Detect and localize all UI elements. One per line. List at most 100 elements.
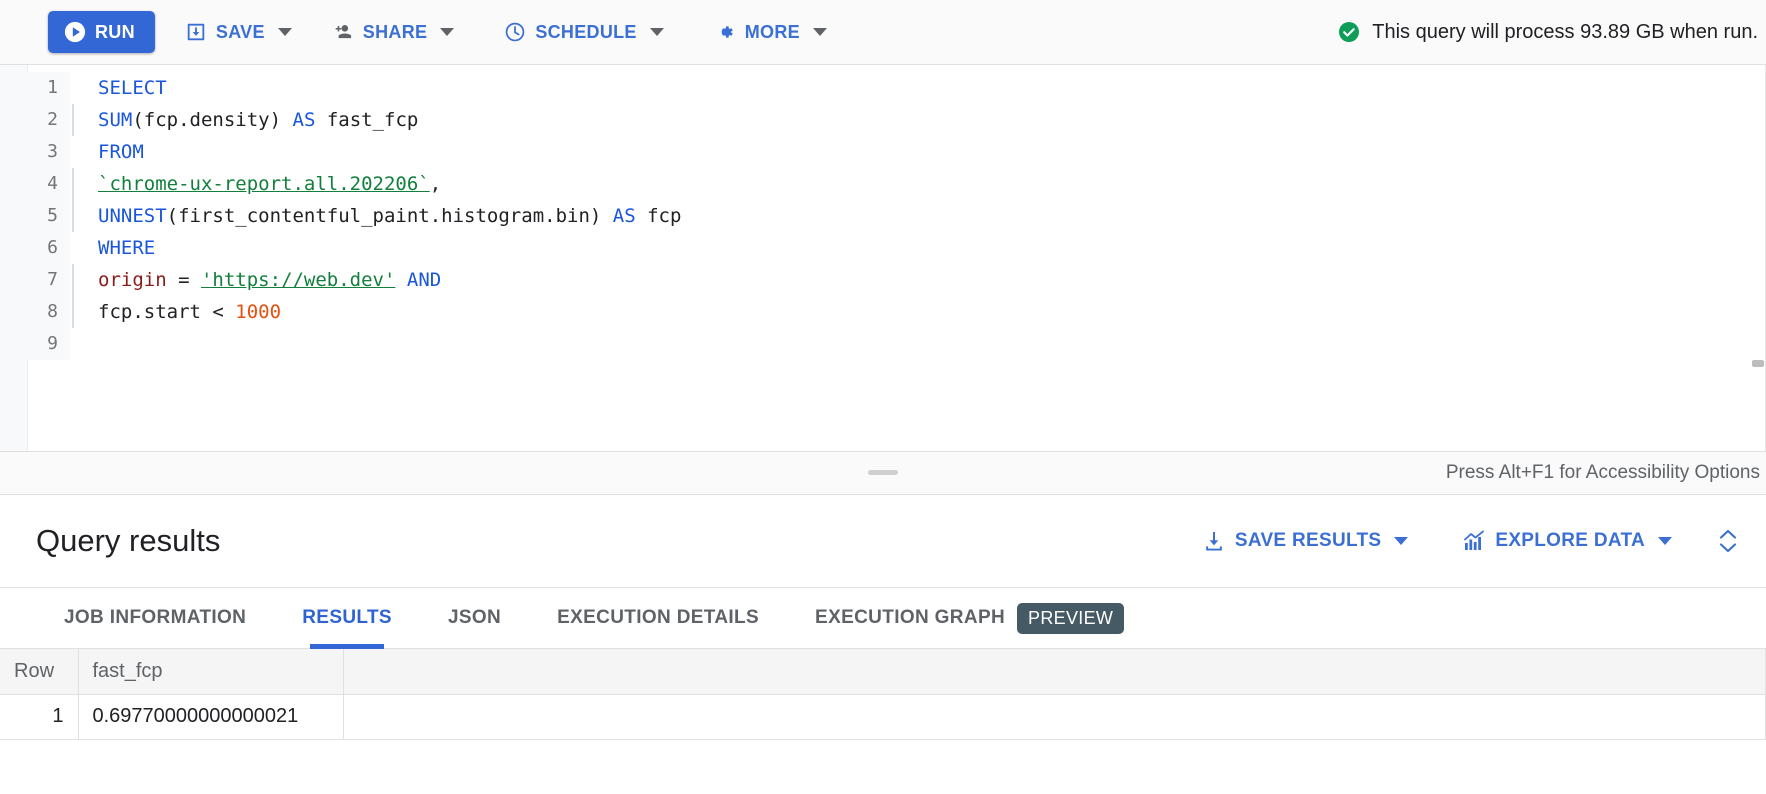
code-token-plain: fcp.start	[98, 301, 201, 323]
code-token-kw: WHERE	[98, 237, 156, 259]
code-line[interactable]: 4 `chrome-ux-report.all.202206`,	[0, 168, 1766, 200]
code-token-plain: fcp	[635, 205, 682, 227]
cell-empty	[343, 694, 1766, 740]
results-title: Query results	[36, 523, 221, 558]
schedule-button[interactable]: SCHEDULE	[494, 11, 673, 53]
save-download-icon	[187, 23, 205, 41]
line-number: 9	[0, 328, 70, 360]
code-token-bt: `chrome-ux-report.all.202206`	[98, 173, 430, 195]
preview-badge: PREVIEW	[1017, 602, 1125, 634]
code-token-plain: ,	[429, 173, 442, 195]
editor-footer: Press Alt+F1 for Accessibility Options	[0, 451, 1766, 495]
tab-label: EXECUTION DETAILS	[557, 607, 760, 628]
query-cost-estimate: This query will process 93.89 GB when ru…	[1337, 20, 1758, 44]
code-line[interactable]: 7 origin = 'https://web.dev' AND	[0, 264, 1766, 296]
tab-label: JSON	[447, 607, 502, 628]
indent-guide	[70, 72, 94, 104]
code-token-num: 1000	[235, 301, 282, 323]
results-header: Query results SAVE RESULTS EXPLORE DATA	[0, 495, 1766, 587]
chevron-down-icon[interactable]	[649, 28, 664, 36]
share-button[interactable]: SHARE	[322, 11, 465, 53]
results-tabs[interactable]: JOB INFORMATION RESULTS JSON EXECUTION DETA…	[0, 587, 1766, 649]
tab-execution-graph[interactable]: EXECUTION GRAPH PREVIEW	[787, 588, 1152, 649]
more-button[interactable]: MORE	[704, 11, 837, 53]
code-line[interactable]: 2 SUM(fcp.density) AS fast_fcp	[0, 104, 1766, 136]
line-number: 4	[0, 168, 70, 200]
person-add-icon	[335, 25, 351, 39]
line-number: 6	[0, 232, 70, 264]
check-circle-icon	[1339, 22, 1360, 42]
clock-icon	[506, 22, 525, 42]
sql-editor[interactable]: 1 SELECT 2 SUM(fcp.density) AS fast_fcp 3 FRO…	[0, 65, 1766, 451]
code-token-plain: =	[166, 269, 201, 291]
save-results-label: SAVE RESULTS	[1234, 530, 1382, 551]
line-number: 2	[0, 104, 70, 136]
indent-guide	[70, 264, 94, 296]
code-token-fn: SUM	[98, 109, 133, 131]
tab-label: RESULTS	[302, 607, 392, 628]
code-token-fn: UNNEST	[98, 205, 167, 227]
line-number: 8	[0, 296, 70, 328]
chevron-down-icon[interactable]	[812, 28, 827, 36]
code-line[interactable]: 5 UNNEST(first_contentful_paint.histogram…	[0, 200, 1766, 232]
column-header[interactable]: Row	[0, 649, 79, 695]
tab-results[interactable]: RESULTS	[274, 588, 420, 649]
code-line[interactable]: 9	[0, 328, 1766, 360]
panel-resize-handle[interactable]	[868, 470, 898, 475]
save-results-button[interactable]: SAVE RESULTS	[1190, 521, 1420, 561]
sql-code-area[interactable]: 1 SELECT 2 SUM(fcp.density) AS fast_fcp 3 FRO…	[0, 65, 1766, 360]
chevron-down-icon[interactable]	[1394, 537, 1409, 545]
editor-vertical-scrollbar[interactable]	[1752, 360, 1764, 367]
tab-label: EXECUTION GRAPH	[815, 607, 1006, 628]
chevron-down-icon[interactable]	[1658, 537, 1672, 545]
code-token-kw: AND	[406, 269, 442, 291]
table-header-row: Row fast_fcp	[0, 649, 1766, 695]
code-line[interactable]: 1 SELECT	[0, 72, 1766, 104]
chevron-down-icon[interactable]	[277, 28, 292, 36]
code-line-text: UNNEST(first_contentful_paint.histogram.…	[94, 200, 681, 232]
code-token-plain: <	[200, 301, 236, 323]
explore-data-label: EXPLORE DATA	[1495, 530, 1645, 551]
expand-collapse-button[interactable]	[1708, 521, 1748, 561]
more-button-label: MORE	[744, 21, 800, 42]
explore-data-button[interactable]: EXPLORE DATA	[1450, 521, 1684, 561]
query-cost-text: This query will process 93.89 GB when ru…	[1372, 20, 1758, 43]
code-line[interactable]: 8 fcp.start < 1000	[0, 296, 1766, 328]
tab-label: JOB INFORMATION	[64, 607, 247, 628]
code-line[interactable]: 6 WHERE	[0, 232, 1766, 264]
tab-execution-details[interactable]: EXECUTION DETAILS	[529, 588, 787, 649]
save-button[interactable]: SAVE	[175, 11, 302, 53]
tab-json[interactable]: JSON	[420, 588, 529, 649]
table-body: 1 0.69770000000000021	[0, 694, 1766, 740]
column-header[interactable]	[343, 649, 1766, 695]
play-circle-icon	[64, 21, 86, 43]
run-button[interactable]: RUN	[48, 11, 155, 53]
run-button-label: RUN	[95, 21, 135, 42]
line-number: 7	[0, 264, 70, 296]
indent-guide	[70, 136, 94, 168]
indent-guide	[70, 104, 94, 136]
tab-job-information[interactable]: JOB INFORMATION	[36, 588, 274, 649]
column-header[interactable]: fast_fcp	[78, 649, 344, 695]
code-line-text: SELECT	[94, 72, 167, 104]
code-token-plain: (fcp.density)	[132, 109, 282, 131]
indent-guide	[70, 232, 94, 264]
cell-fast-fcp: 0.69770000000000021	[78, 694, 344, 740]
code-token-plain: fast_fcp	[315, 109, 419, 131]
code-line-text: origin = 'https://web.dev' AND	[94, 264, 441, 296]
results-table: Row fast_fcp 1 0.69770000000000021	[0, 649, 1766, 740]
code-token-kw: SELECT	[98, 77, 167, 99]
table-row[interactable]: 1 0.69770000000000021	[0, 694, 1766, 740]
code-line[interactable]: 3 FROM	[0, 136, 1766, 168]
indent-guide	[70, 200, 94, 232]
code-token-kw: AS	[292, 109, 316, 131]
gear-icon	[721, 26, 733, 38]
code-line-text: `chrome-ux-report.all.202206`,	[94, 168, 441, 200]
line-number: 1	[0, 72, 70, 104]
line-number: 3	[0, 136, 70, 168]
code-token-str: 'https://web.dev'	[200, 269, 396, 291]
chart-trend-icon	[1464, 530, 1485, 550]
chevron-down-icon[interactable]	[440, 28, 455, 36]
